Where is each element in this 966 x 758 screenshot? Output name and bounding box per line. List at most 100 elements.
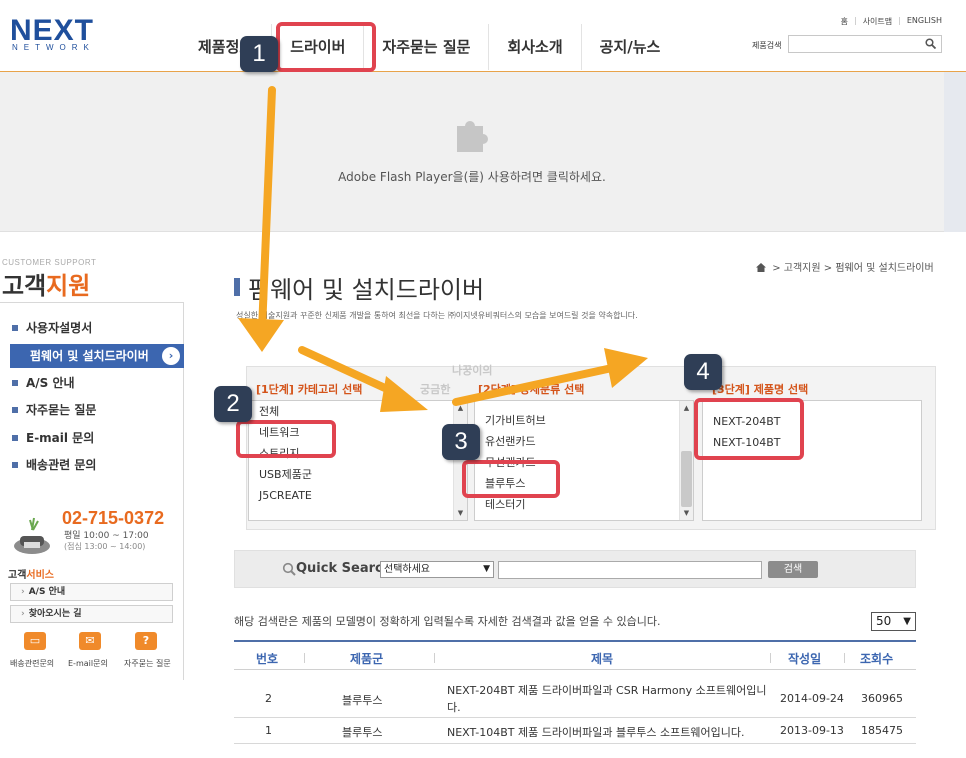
breadcrumb-item[interactable]: 고객지원 xyxy=(784,263,821,274)
button-label: A/S 안내 xyxy=(28,587,66,597)
page-size-select[interactable]: 50 ▼ xyxy=(871,612,916,631)
ghost-label: 나꿍이의 xyxy=(452,364,493,377)
page-title: 펌웨어 및 설치드라이버 xyxy=(248,276,485,304)
bullet-icon xyxy=(12,435,18,441)
cell-title-link[interactable]: NEXT-104BT 제품 드라이버파일과 블루투스 소프트웨어입니다. xyxy=(447,724,744,740)
quick-link-shipping[interactable]: 배송관련문의 xyxy=(10,658,54,669)
flash-message[interactable]: Adobe Flash Player을(를) 사용하려면 클릭하세요. xyxy=(0,168,944,185)
table-row[interactable]: 2 블루투스 NEXT-204BT 제품 드라이버파일과 CSR Harmony… xyxy=(234,676,916,718)
quick-link-email[interactable]: E-mail문의 xyxy=(68,658,108,669)
chevron-right-icon: › xyxy=(21,587,25,597)
scroll-thumb[interactable] xyxy=(681,451,692,507)
list-item[interactable]: 전체 xyxy=(249,401,467,422)
puzzle-plugin-icon xyxy=(457,121,488,152)
sidebar-item-as-guide[interactable]: A/S 안내 xyxy=(12,372,182,394)
cell-date: 2014-09-24 xyxy=(780,692,844,705)
step2-heading: [2단계] 상세분류 선택 xyxy=(478,383,585,396)
service-title: 고객서비스 xyxy=(8,566,54,581)
step3-heading: [3단계] 제품명 선택 xyxy=(712,383,809,396)
top-link-home[interactable]: 홈 xyxy=(841,16,848,27)
chevron-right-icon: › xyxy=(21,609,25,619)
list-item[interactable]: USB제품군 xyxy=(249,464,467,485)
divider: | xyxy=(853,16,857,25)
list-item[interactable]: J5CREATE xyxy=(249,485,467,506)
search-notice: 해당 검색란은 제품의 모델명이 정확하게 입력될수록 자세한 검색결과 값을 … xyxy=(234,615,661,628)
sidebar-item-manual[interactable]: 사용자설명서 xyxy=(12,317,182,339)
list-item[interactable]: 유선랜카드 xyxy=(475,431,693,452)
sidebar-item-shipping[interactable]: 배송관련 문의 xyxy=(12,454,182,476)
search-icon[interactable] xyxy=(925,38,937,52)
highlight-products xyxy=(694,398,804,460)
top-link-sitemap[interactable]: 사이트맵 xyxy=(863,16,892,27)
column-header-views: 조회수 xyxy=(860,652,894,666)
nav-notice-news[interactable]: 공지/뉴스 xyxy=(582,24,679,70)
scroll-down-icon[interactable]: ▼ xyxy=(680,506,693,520)
bullet-icon xyxy=(12,325,18,331)
breadcrumb-item-current: 펌웨어 및 설치드라이버 xyxy=(835,263,934,274)
chevron-down-icon: ▼ xyxy=(903,616,911,627)
as-guide-button[interactable]: › A/S 안내 xyxy=(10,583,173,601)
top-link-english[interactable]: ENGLISH xyxy=(907,16,942,27)
column-header-no: 번호 xyxy=(256,652,279,666)
step-badge-3: 3 xyxy=(442,424,480,460)
quick-search-label: Quick Search xyxy=(296,561,392,576)
search-button[interactable]: 검색 xyxy=(768,561,818,578)
logo-subtext: NETWORK xyxy=(12,43,95,52)
service-title-accent: 서비스 xyxy=(26,570,55,581)
divider: | xyxy=(898,16,901,25)
step-badge-4: 4 xyxy=(684,354,722,390)
sidebar-item-firmware-driver[interactable]: 펌웨어 및 설치드라이버 › xyxy=(10,344,184,368)
shipping-icon[interactable]: ▭ xyxy=(24,632,46,650)
scroll-up-icon[interactable]: ▲ xyxy=(454,401,467,415)
product-search-input[interactable] xyxy=(788,35,942,53)
ghost-label: 궁금한 xyxy=(420,383,451,396)
service-title-plain: 고객 xyxy=(8,570,27,581)
cell-no: 2 xyxy=(265,692,272,705)
header: NEXT NETWORK 홈 | 사이트맵 | ENGLISH 제품정보 드라이… xyxy=(0,0,966,72)
table-header: 번호 제품군 제목 작성일 조회수 xyxy=(234,640,916,670)
scroll-up-icon[interactable]: ▲ xyxy=(680,401,693,415)
sidebar-item-label: 사용자설명서 xyxy=(26,321,93,335)
button-label: 찾아오시는 길 xyxy=(28,609,82,619)
nav-faq[interactable]: 자주묻는 질문 xyxy=(364,24,490,70)
table-row[interactable]: 1 블루투스 NEXT-104BT 제품 드라이버파일과 블루투스 소프트웨어입… xyxy=(234,718,916,744)
cell-group: 블루투스 xyxy=(342,726,383,739)
support-phone: 02-715-0372 xyxy=(62,508,165,528)
divider xyxy=(304,653,305,663)
sidebar-item-label: E-mail 문의 xyxy=(26,431,95,445)
cell-no: 1 xyxy=(265,724,272,737)
cell-date: 2013-09-13 xyxy=(780,724,844,737)
sidebar-item-label: 펌웨어 및 설치드라이버 xyxy=(30,349,149,363)
quick-search-select[interactable]: 선택하세요 ▼ xyxy=(380,561,494,578)
nav-company[interactable]: 회사소개 xyxy=(489,24,582,70)
quick-link-faq[interactable]: 자주묻는 질문 xyxy=(124,658,171,669)
select-value: 50 xyxy=(876,614,892,628)
sidebar-item-email[interactable]: E-mail 문의 xyxy=(12,427,182,449)
sidebar-item-faq[interactable]: 자주묻는 질문 xyxy=(12,399,182,421)
product-search-label: 제품검색 xyxy=(752,41,782,50)
sidebar-item-label: 자주묻는 질문 xyxy=(26,403,97,417)
category-listbox[interactable]: 전체 네트워크 스토리지 USB제품군 J5CREATE ▲ ▼ xyxy=(248,400,468,521)
email-icon[interactable]: ✉ xyxy=(79,632,101,650)
quick-search-input[interactable] xyxy=(498,561,762,579)
highlight-bluetooth-option xyxy=(462,460,560,498)
list-item[interactable]: 기가비트허브 xyxy=(475,410,693,431)
select-value: 선택하세요 xyxy=(384,564,430,575)
chevron-right-icon: › xyxy=(162,347,180,365)
chevron-down-icon: ▼ xyxy=(483,564,490,574)
list-item[interactable] xyxy=(475,401,693,410)
logo[interactable]: NEXT NETWORK xyxy=(10,14,120,54)
cell-group: 블루투스 xyxy=(342,694,383,707)
support-lunch: (점심 13:00 ~ 14:00) xyxy=(64,542,146,551)
divider xyxy=(770,653,771,663)
scrollbar[interactable]: ▲ ▼ xyxy=(679,401,693,520)
cell-title-link[interactable]: NEXT-204BT 제품 드라이버파일과 CSR Harmony 소프트웨어입… xyxy=(447,682,779,716)
scroll-down-icon[interactable]: ▼ xyxy=(454,506,467,520)
column-header-group: 제품군 xyxy=(350,652,384,666)
column-header-title: 제목 xyxy=(591,652,614,666)
phone-icon xyxy=(14,517,50,554)
faq-icon[interactable]: ? xyxy=(135,632,157,650)
cell-views: 185475 xyxy=(861,724,903,737)
directions-button[interactable]: › 찾아오시는 길 xyxy=(10,605,173,623)
home-icon[interactable] xyxy=(756,263,766,272)
